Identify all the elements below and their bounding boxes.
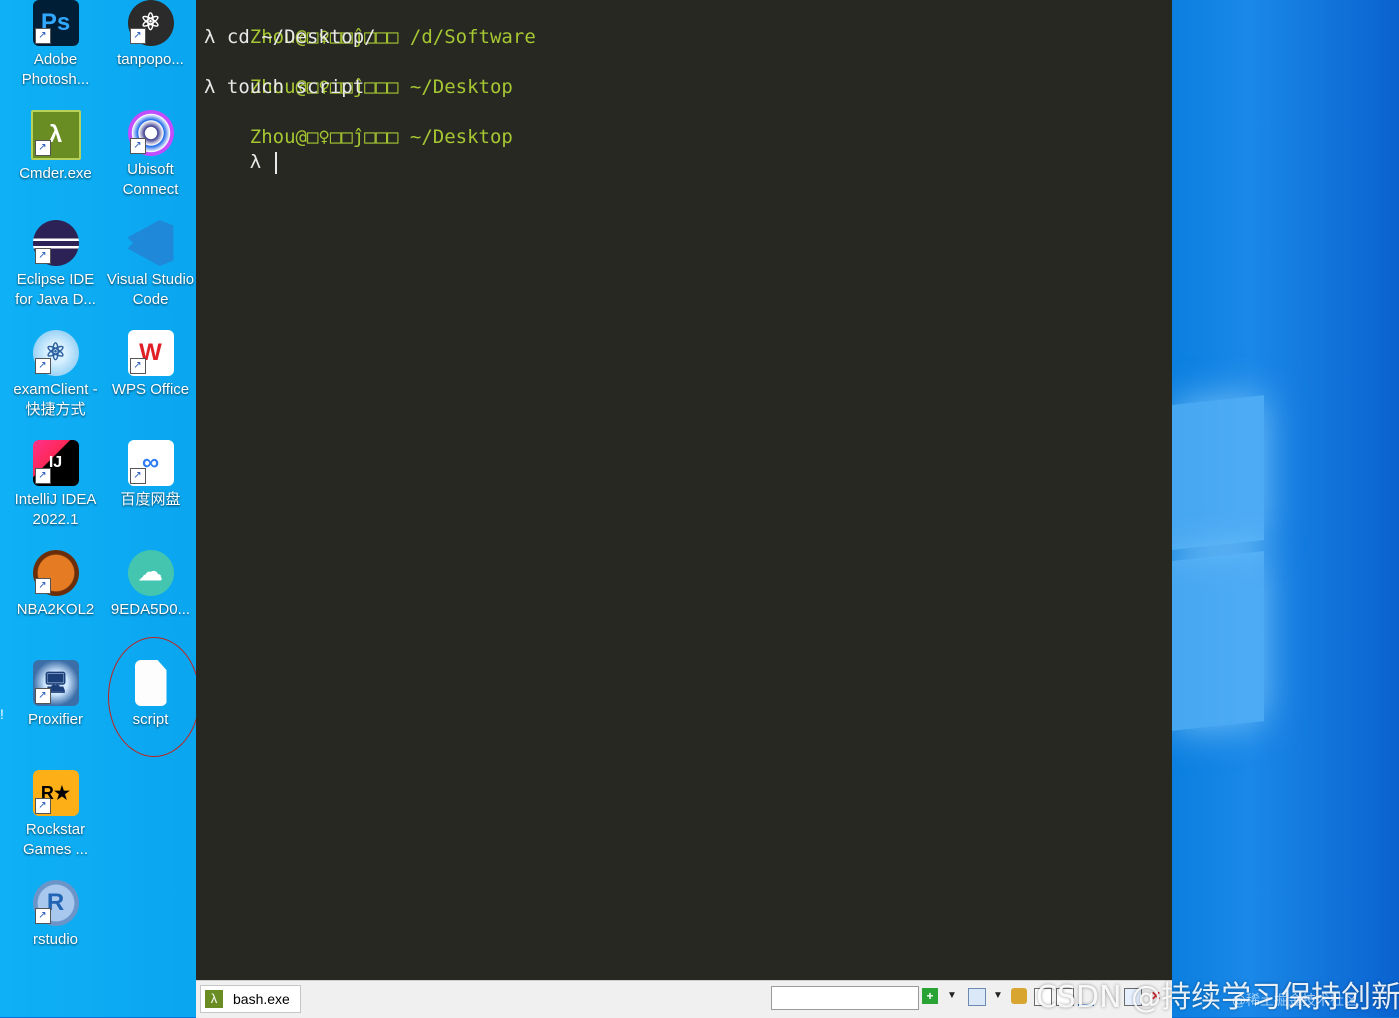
prompt-path: ~/Desktop — [398, 76, 513, 98]
red-circle-annotation — [108, 637, 200, 757]
basketball-icon: ↗ — [32, 550, 79, 596]
desktop-icon-eclipse[interactable]: ↗ Eclipse IDE for Java D... — [8, 220, 103, 325]
desktop-icon-label: NBA2KOL2 — [16, 601, 95, 618]
chevron-down-icon[interactable]: ▼ — [944, 988, 960, 1004]
desktop-icon-label: examClient - 快捷方式 — [13, 381, 98, 418]
desktop-icon-proxifier[interactable]: 🖥 ↗ Proxifier — [8, 660, 103, 765]
photoshop-icon: Ps ↗ — [32, 0, 79, 46]
desktop-icon-photoshop[interactable]: Ps ↗ Adobe Photosh... — [8, 0, 103, 105]
terminal-command-line: λ touch script — [204, 76, 365, 98]
intellij-icon: IJ ↗ — [32, 440, 79, 486]
tanpopo-atom-icon: ⚛ ↗ — [127, 0, 174, 46]
desktop-icon-label: 百度网盘 — [120, 491, 181, 508]
desktop-icon-label: Cmder.exe — [19, 165, 92, 182]
desktop-icon-examclient[interactable]: ⚛ ↗ examClient - 快捷方式 — [8, 330, 103, 435]
baidu-netdisk-icon: ∞ ↗ — [127, 440, 174, 486]
tab-label: bash.exe — [233, 991, 290, 1007]
desktop-icon-label: Rockstar Games ... — [22, 821, 89, 858]
windows-logo-wallpaper — [1172, 370, 1399, 740]
terminal-command-line: λ cd ~/Desktop/ — [204, 26, 376, 48]
desktop-icon-wps[interactable]: W ↗ WPS Office — [103, 330, 198, 435]
desktop-icon-intellij[interactable]: IJ ↗ IntelliJ IDEA 2022.1 — [8, 440, 103, 545]
desktop-icon-grid: Ps ↗ Adobe Photosh... ⚛ ↗ tanpopo... λ ↗ Cm… — [0, 0, 196, 1017]
terminal-prompt-line: Zhou@□♀□□ĵ□□□ /d/Software — [204, 0, 536, 48]
proxifier-icon: 🖥 ↗ — [32, 660, 79, 706]
wps-office-icon: W ↗ — [127, 330, 174, 376]
rstudio-icon: R ↗ — [32, 880, 79, 926]
desktop-icon-vscode[interactable]: Visual Studio Code — [103, 220, 198, 325]
desktop-icon-nba2kol2[interactable]: ↗ NBA2KOL2 — [8, 550, 103, 655]
edge-partial-label: ! — [0, 706, 4, 722]
desktop-icon-rockstar[interactable]: R★ ↗ Rockstar Games ... — [8, 770, 103, 875]
desktop-icon-label: rstudio — [32, 931, 79, 948]
desktop-icon-label: WPS Office — [111, 381, 190, 398]
terminal-status-bar: λ bash.exe + ▼ ▼ ✕ — [196, 980, 1172, 1018]
terminal-input-line[interactable]: λ — [204, 125, 277, 174]
desktop-icon-rstudio[interactable]: R ↗ rstudio — [8, 880, 103, 985]
eclipse-icon: ↗ — [32, 220, 79, 266]
split-view-icon[interactable] — [968, 988, 986, 1006]
terminal-prompt-line: Zhou@□♀□□ĵ□□□ ~/Desktop — [204, 100, 513, 148]
desktop-icon-label: Eclipse IDE for Java D... — [15, 271, 96, 308]
desktop-icon-label: IntelliJ IDEA 2022.1 — [14, 491, 97, 528]
cmder-lambda-icon: λ — [205, 990, 223, 1008]
exam-client-icon: ⚛ ↗ — [32, 330, 79, 376]
search-input[interactable] — [771, 986, 919, 1010]
desktop-icon-label: Ubisoft Connect — [122, 161, 179, 198]
terminal-input-prefix: λ — [249, 151, 273, 173]
chevron-down-icon[interactable]: ▼ — [990, 988, 1006, 1004]
desktop-icon-label: Proxifier — [27, 711, 83, 728]
prompt-path: ~/Desktop — [398, 126, 513, 148]
plus-icon[interactable]: + — [922, 988, 938, 1004]
desktop-icon-label: Visual Studio Code — [106, 271, 195, 308]
text-cursor — [274, 151, 277, 174]
terminal-prompt-line: Zhou@□♀□□ĵ□□□ ~/Desktop — [204, 50, 513, 98]
desktop-icon-tanpopo[interactable]: ⚛ ↗ tanpopo... — [103, 0, 198, 105]
desktop-icon-ubisoft[interactable]: ↗ Ubisoft Connect — [103, 110, 198, 215]
desktop-icon-label: Adobe Photosh... — [21, 51, 90, 88]
ubisoft-icon: ↗ — [127, 110, 174, 156]
vscode-icon — [127, 220, 174, 266]
desktop-icon-cmder[interactable]: λ ↗ Cmder.exe — [8, 110, 103, 215]
desktop-icon-baidu[interactable]: ∞ ↗ 百度网盘 — [103, 440, 198, 545]
rockstar-icon: R★ ↗ — [32, 770, 79, 816]
desktop-icon-label: tanpopo... — [117, 51, 184, 68]
terminal-window[interactable]: Zhou@□♀□□ĵ□□□ /d/Software λ cd ~/Desktop… — [196, 0, 1172, 980]
cmder-lambda-icon: λ ↗ — [30, 110, 81, 160]
juejin-watermark: @稀土掘金技术社区 — [1232, 993, 1358, 1009]
lock-icon[interactable] — [1011, 988, 1027, 1004]
cloud-app-icon: ☁ — [127, 550, 174, 596]
tab-bash-exe[interactable]: λ bash.exe — [200, 985, 301, 1013]
prompt-path: /d/Software — [398, 26, 536, 48]
desktop-icon-label: 9EDA5D0... — [110, 601, 191, 618]
